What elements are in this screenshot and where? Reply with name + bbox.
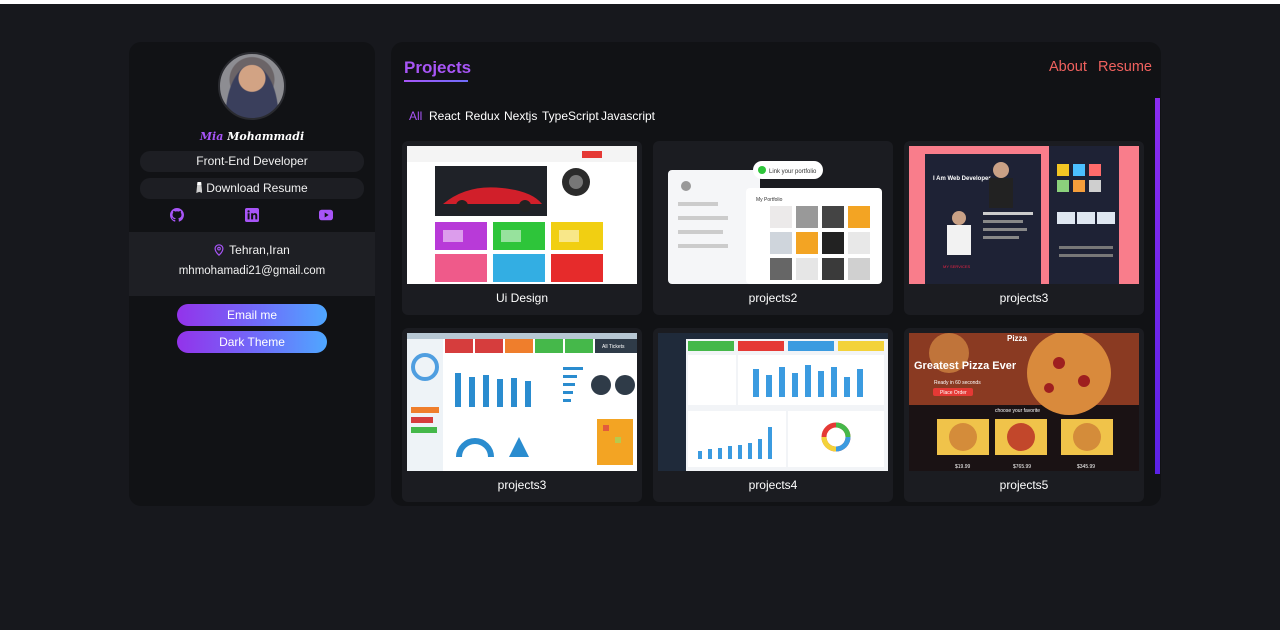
project-card[interactable]: Ui Design <box>402 141 642 315</box>
download-resume-button[interactable]: Download Resume <box>140 178 364 199</box>
scrollbar[interactable] <box>1155 98 1160 474</box>
project-thumbnail: All Tickets <box>407 333 637 471</box>
location: Tehran,Iran <box>129 243 375 257</box>
location-text: Tehran,Iran <box>229 243 290 257</box>
project-thumbnail: I Am Web Developer MY SERVICES <box>909 146 1139 284</box>
profile-last-name: Mohammadi <box>227 130 305 143</box>
project-title: projects3 <box>999 291 1049 305</box>
project-card[interactable]: All Tickets projects3 <box>402 328 642 502</box>
nav-about-link[interactable]: About <box>1049 59 1087 75</box>
pizza-price-2: $765.99 <box>1013 464 1031 470</box>
profile-first-name: Mia <box>199 130 224 143</box>
pizza-title-text: Pizza <box>1007 334 1028 343</box>
filter-typescript[interactable]: TypeScript <box>542 109 599 123</box>
services-label-text: MY SERVICES <box>943 264 971 269</box>
filter-javascript[interactable]: Javascript <box>601 109 655 123</box>
project-thumbnail <box>407 146 637 284</box>
email-me-button[interactable]: Email me <box>177 304 327 326</box>
project-thumbnail <box>658 333 888 471</box>
download-resume-label: Download Resume <box>206 181 308 195</box>
page-title: Projects <box>404 58 472 77</box>
project-card[interactable]: Link your portfolio My Portfolio project… <box>653 141 893 315</box>
project-title: projects5 <box>999 478 1049 492</box>
pizza-price-1: $19.99 <box>955 464 971 470</box>
portfolio-tag-text: Link your portfolio <box>769 169 817 175</box>
pizza-choose-text: choose your favorite <box>995 408 1040 414</box>
filter-redux[interactable]: Redux <box>465 109 500 123</box>
project-card[interactable]: Pizza Greatest Pizza Ever Ready in 60 se… <box>904 328 1144 502</box>
dark-theme-button[interactable]: Dark Theme <box>177 331 327 353</box>
top-strip <box>0 0 1280 4</box>
projects-panel: Projects About Resume All React Redux Ne… <box>391 42 1161 506</box>
dev-heading-text: I Am Web Developer <box>933 176 991 182</box>
social-links <box>129 208 375 224</box>
profile-name: Mia Mohammadi <box>129 130 375 143</box>
project-title: projects2 <box>748 291 798 305</box>
filter-react[interactable]: React <box>429 109 460 123</box>
project-card[interactable]: projects4 <box>653 328 893 502</box>
title-underline <box>404 80 468 82</box>
project-title: Ui Design <box>495 291 549 305</box>
linkedin-icon[interactable] <box>245 208 259 222</box>
filter-all[interactable]: All <box>409 109 422 123</box>
role-badge: Front-End Developer <box>140 151 364 172</box>
location-pin-icon <box>214 244 224 257</box>
project-thumbnail: Pizza Greatest Pizza Ever Ready in 60 se… <box>909 333 1139 471</box>
filter-nextjs[interactable]: Nextjs <box>504 109 537 123</box>
github-icon[interactable] <box>170 208 184 222</box>
youtube-icon[interactable] <box>319 208 333 222</box>
project-title: projects3 <box>497 478 547 492</box>
project-title: projects4 <box>748 478 798 492</box>
project-card[interactable]: I Am Web Developer MY SERVICES projects3 <box>904 141 1144 315</box>
nav-resume-link[interactable]: Resume <box>1098 59 1152 75</box>
email-address: mhmohamadi21@gmail.com <box>178 265 326 277</box>
tie-icon <box>196 182 203 193</box>
portfolio-header-text: My Portfolio <box>756 197 783 203</box>
pizza-button-text: Place Order <box>940 390 967 396</box>
project-thumbnail: Link your portfolio My Portfolio <box>658 146 888 284</box>
profile-sidebar: Mia Mohammadi Front-End Developer Downlo… <box>129 42 375 506</box>
avatar <box>218 52 286 120</box>
pizza-price-3: $345.99 <box>1077 464 1095 470</box>
pizza-headline-text: Greatest Pizza Ever <box>914 360 1017 372</box>
pizza-sub-text: Ready in 60 seconds <box>934 380 981 386</box>
contact-info: Tehran,Iran mhmohamadi21@gmail.com <box>129 232 375 296</box>
all-tickets-text: All Tickets <box>602 344 625 350</box>
